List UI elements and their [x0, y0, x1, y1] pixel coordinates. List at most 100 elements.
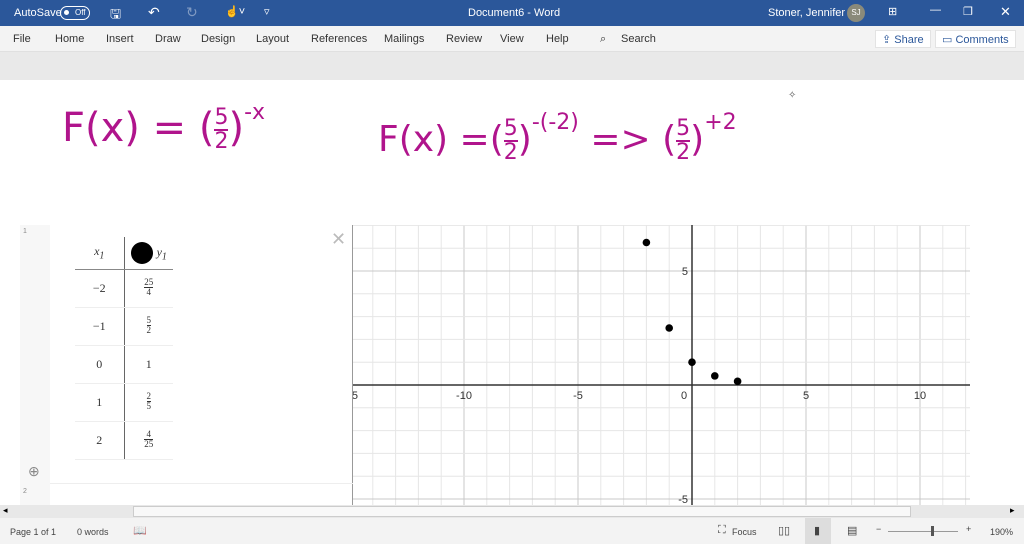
zoom-in-icon[interactable]: ⊕: [28, 463, 40, 480]
table-row: 2 4 25: [75, 421, 173, 460]
zoom-in-status-icon[interactable]: +: [966, 524, 971, 534]
graph-canvas[interactable]: -15 -10 -5 0 5 10 5 -5: [353, 225, 970, 505]
zoom-slider-thumb[interactable]: [931, 526, 934, 536]
tab-home[interactable]: Home: [55, 33, 84, 45]
x-value: 2: [96, 432, 103, 447]
y-denominator: 2: [146, 324, 151, 335]
y-denominator: 25: [144, 438, 154, 449]
y-cell[interactable]: 25: [124, 383, 173, 422]
tab-help[interactable]: Help: [546, 33, 569, 45]
x-value: 1: [96, 394, 103, 409]
eq2-exponent: -(-2): [531, 110, 579, 135]
x-tick-label: 5: [803, 390, 809, 402]
y-fraction: 4 25: [144, 429, 154, 449]
search-box[interactable]: Search: [621, 33, 656, 45]
cursor-crosshair-icon: ✧: [788, 90, 797, 101]
read-mode-icon[interactable]: ▯▯: [778, 524, 790, 537]
handwritten-equation-1: F(x) = (5 2)-x: [62, 100, 265, 153]
tab-insert[interactable]: Insert: [106, 33, 134, 45]
x-cell[interactable]: −1: [75, 307, 125, 346]
tab-layout[interactable]: Layout: [256, 33, 289, 45]
focus-button[interactable]: Focus: [732, 527, 757, 537]
autosave-label: AutoSave: [14, 7, 62, 19]
x-value: −1: [92, 318, 106, 333]
eq2-den2: 2: [676, 140, 691, 165]
tab-draw[interactable]: Draw: [155, 33, 181, 45]
header-x1[interactable]: x1: [75, 237, 125, 270]
avatar[interactable]: SJ: [847, 4, 865, 22]
eq2-den: 2: [503, 140, 518, 165]
y-cell[interactable]: 4 25: [124, 421, 173, 460]
data-point: [711, 372, 719, 380]
eq1-fraction: 52: [214, 107, 229, 153]
autosave-toggle[interactable]: Off: [60, 6, 90, 20]
desmos-expression-panel: 1 2 ⊕ ✕ x1 y1 −2 25 4 −1 5 2 0 1 1 2 5 2 4 25: [20, 225, 353, 505]
table-row: 01: [75, 345, 173, 384]
tab-mailings[interactable]: Mailings: [384, 33, 424, 45]
x-tick-label: 0: [681, 390, 687, 402]
redo-icon[interactable]: ↻: [186, 4, 198, 21]
tab-file[interactable]: File: [13, 33, 31, 45]
page-count[interactable]: Page 1 of 1: [10, 527, 56, 537]
point-style-icon[interactable]: [130, 241, 153, 264]
x-tick-label: 10: [914, 390, 926, 402]
close-table-icon[interactable]: ✕: [331, 229, 346, 250]
share-label: Share: [894, 34, 924, 46]
scroll-thumb[interactable]: [133, 506, 911, 517]
eq1-exponent: -x: [244, 100, 266, 125]
y-fraction: 25: [146, 391, 151, 411]
touch-mode-icon[interactable]: ☝˅: [225, 5, 245, 18]
data-point: [733, 377, 742, 386]
word-count[interactable]: 0 words: [77, 527, 109, 537]
x-cell[interactable]: 0: [75, 345, 125, 384]
x-cell[interactable]: −2: [75, 269, 125, 308]
share-button[interactable]: ⇪ Share: [875, 30, 931, 48]
header-y1[interactable]: y1: [124, 237, 173, 270]
minimize-icon[interactable]: —: [930, 4, 941, 16]
zoom-out-icon[interactable]: −: [876, 524, 881, 534]
handwritten-equation-2: F(x) =(5 2)-(-2) => (5 2)+2: [378, 110, 737, 165]
y-value: 1: [145, 356, 152, 371]
y-cell[interactable]: 52: [124, 307, 173, 346]
eq2-lhs: F(x) =(: [378, 119, 504, 160]
y-denominator: 5: [146, 400, 151, 411]
tab-design[interactable]: Design: [201, 33, 235, 45]
web-layout-icon[interactable]: ▤: [847, 524, 857, 537]
tab-view[interactable]: View: [500, 33, 524, 45]
y-tick-label: 5: [682, 266, 688, 278]
x-value: −2: [92, 280, 106, 295]
expression-gutter: 1 2 ⊕: [20, 225, 50, 505]
ribbon: File Home Insert Draw Design Layout Refe…: [0, 26, 1024, 52]
x-cell[interactable]: 2: [75, 421, 125, 460]
customize-qat-icon[interactable]: ▿: [264, 5, 270, 18]
print-layout-button[interactable]: ▮: [805, 518, 831, 544]
comments-button[interactable]: ▭ Comments: [935, 30, 1016, 48]
scroll-right-icon[interactable]: ▸: [1010, 505, 1015, 516]
scroll-left-icon[interactable]: ◂: [3, 505, 8, 516]
focus-icon[interactable]: ⛶: [718, 524, 726, 537]
tab-references[interactable]: References: [311, 33, 367, 45]
undo-icon[interactable]: ↶: [148, 4, 160, 21]
tab-review[interactable]: Review: [446, 33, 482, 45]
zoom-slider[interactable]: [888, 531, 958, 532]
user-name[interactable]: Stoner, Jennifer L: [768, 7, 854, 19]
y-denominator: 4: [144, 286, 154, 297]
y-tick-label: -5: [678, 494, 688, 505]
search-icon[interactable]: ⌕: [600, 33, 606, 46]
document-title: Document6 - Word: [468, 7, 561, 19]
proofing-icon[interactable]: 📖: [133, 524, 147, 537]
save-icon[interactable]: 🖫: [110, 5, 121, 27]
horizontal-scrollbar[interactable]: ◂ ▸: [0, 505, 1024, 518]
x-cell[interactable]: 1: [75, 383, 125, 422]
y-cell[interactable]: 25 4: [124, 269, 173, 308]
restore-icon[interactable]: ❐: [963, 5, 973, 18]
y-fraction: 52: [146, 315, 151, 335]
status-bar: Page 1 of 1 0 words 📖 ⛶ Focus ▯▯ ▮ ▤ − +…: [0, 518, 1024, 544]
comments-label: Comments: [955, 34, 1009, 46]
y-cell[interactable]: 1: [124, 345, 173, 384]
ribbon-display-icon[interactable]: ⊞: [888, 5, 897, 18]
close-icon[interactable]: ✕: [1000, 4, 1011, 20]
expression-index-2: 2: [23, 488, 27, 495]
zoom-level[interactable]: 190%: [990, 527, 1013, 537]
data-point: [642, 238, 651, 247]
